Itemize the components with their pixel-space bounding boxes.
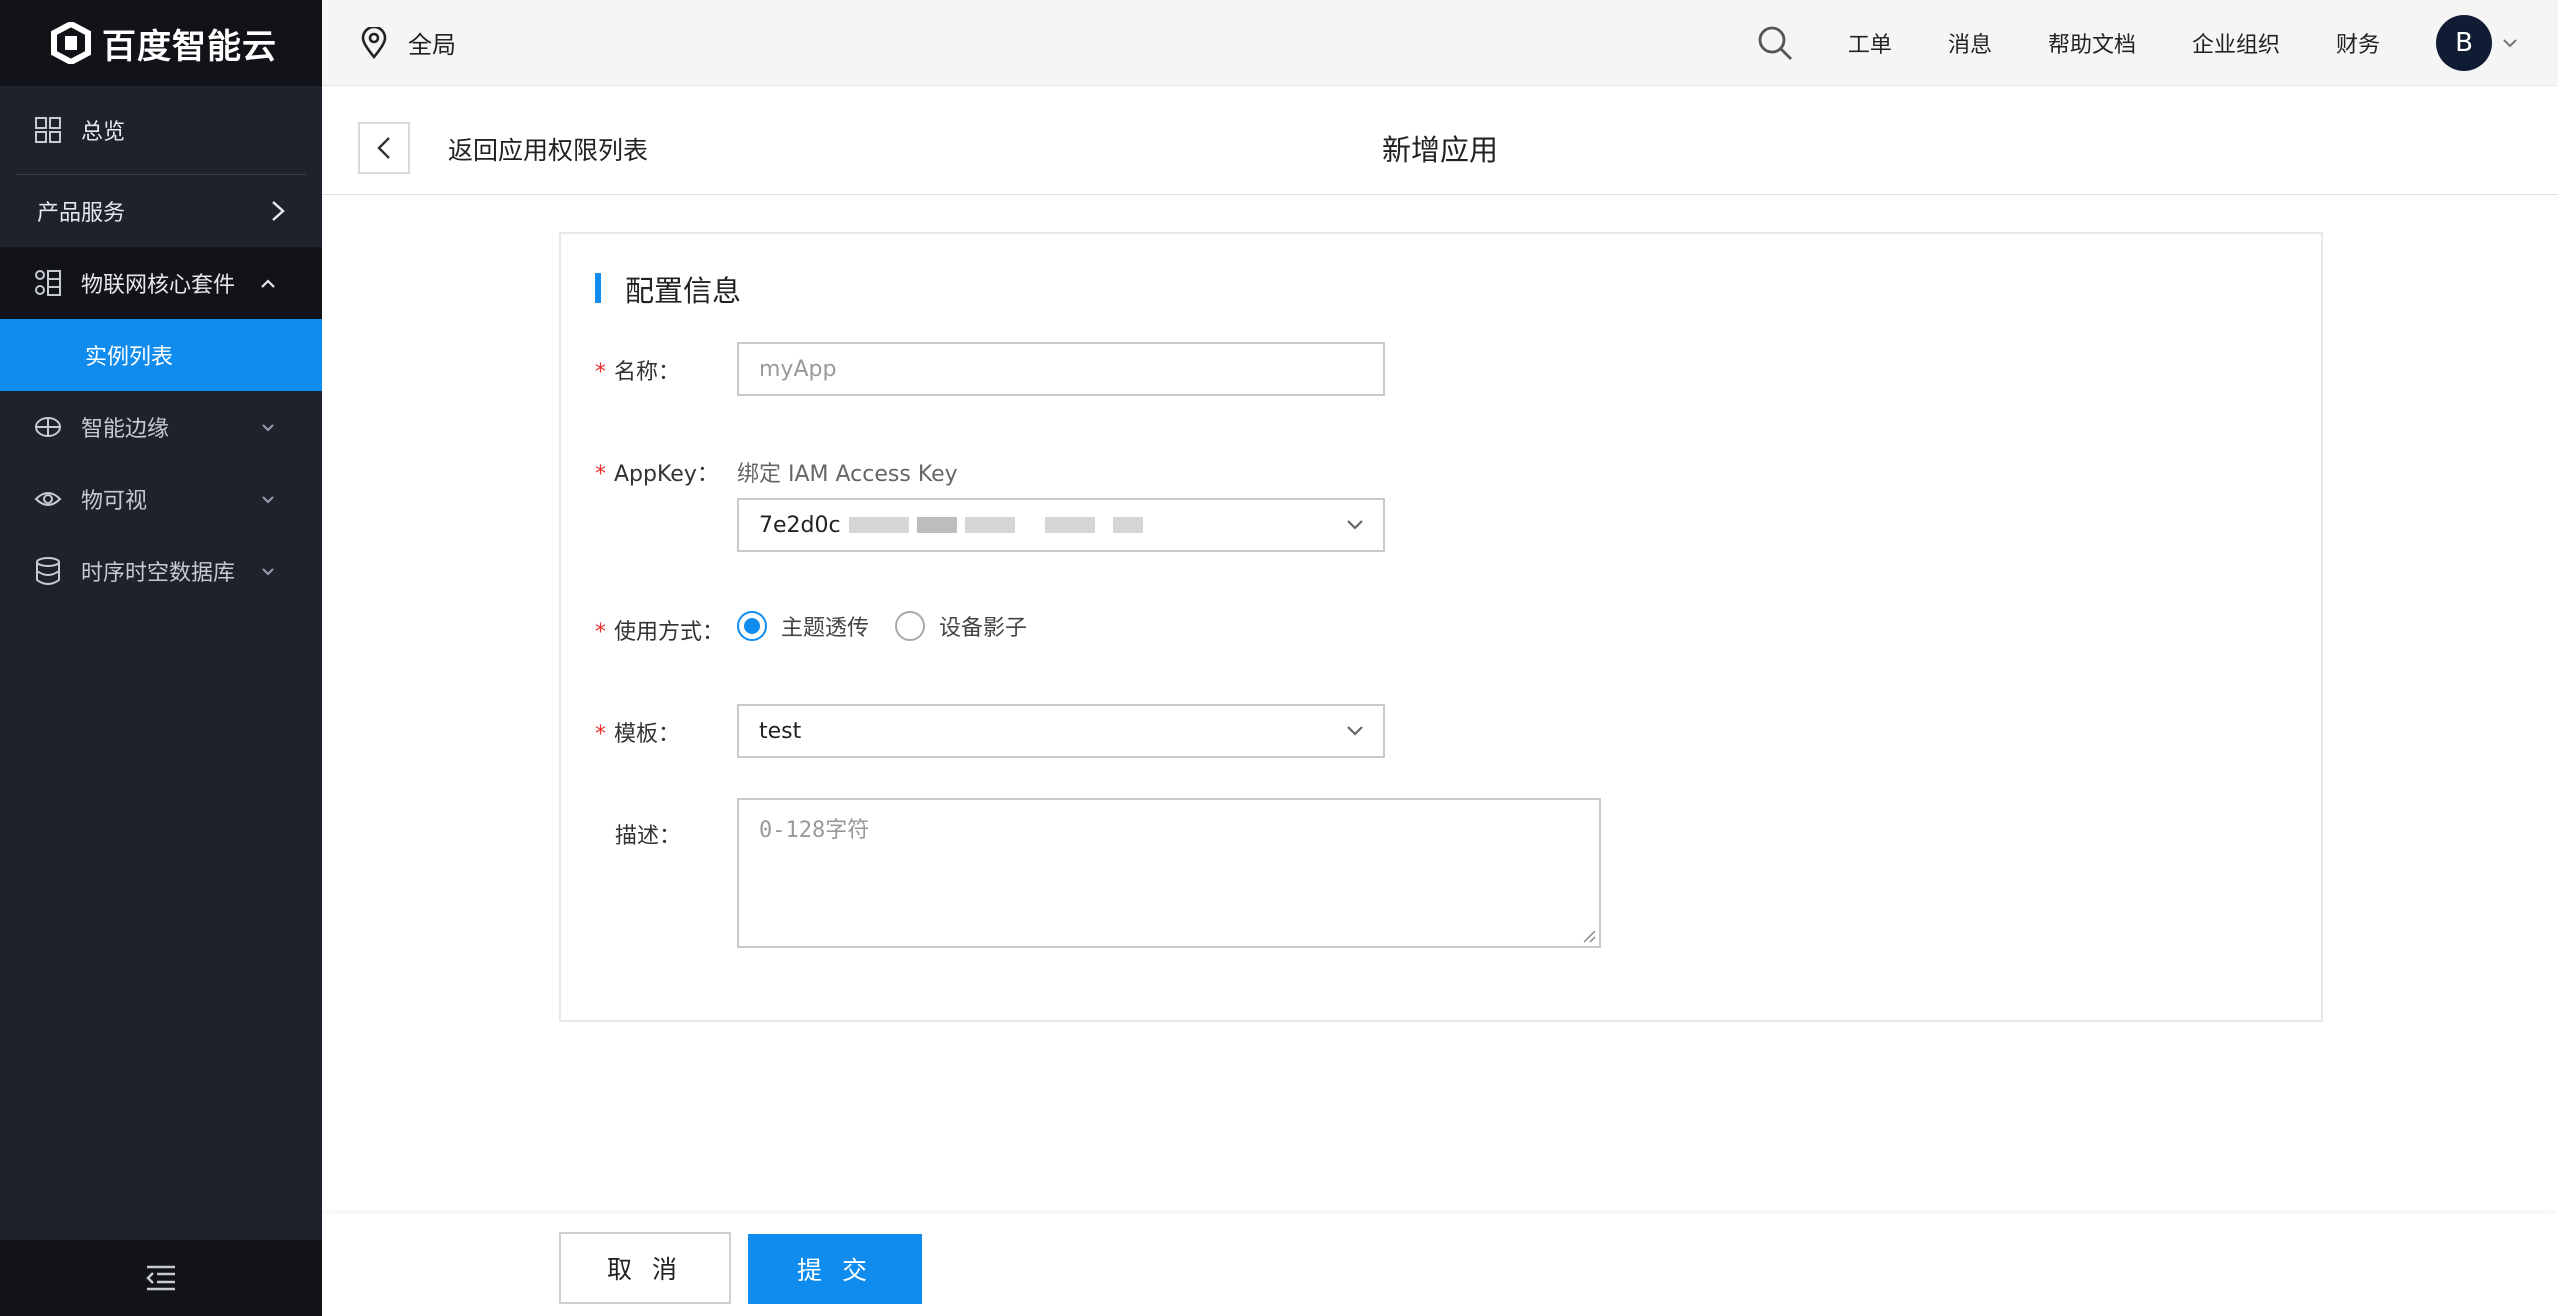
eye-icon bbox=[33, 484, 63, 514]
template-label-text: 模板： bbox=[614, 722, 681, 747]
avatar: B bbox=[2436, 14, 2492, 71]
location-pin-icon bbox=[361, 26, 387, 59]
name-label: * 名称： bbox=[595, 354, 680, 386]
sidebar-item-visual[interactable]: 物可视 bbox=[0, 463, 322, 535]
nav-link-messages[interactable]: 消息 bbox=[1948, 27, 1992, 59]
mode-label: * 使用方式： bbox=[595, 614, 724, 646]
name-input[interactable]: myApp bbox=[737, 342, 1385, 396]
appkey-label: * AppKey： bbox=[595, 456, 719, 488]
name-input-value: myApp bbox=[759, 356, 837, 382]
collapse-menu-icon bbox=[146, 1265, 175, 1291]
sidebar-item-instance-list[interactable]: 实例列表 bbox=[0, 319, 322, 391]
required-marker: * bbox=[595, 722, 606, 747]
nav-link-organization[interactable]: 企业组织 bbox=[2192, 27, 2280, 59]
grid-icon bbox=[33, 115, 63, 145]
edge-icon bbox=[33, 412, 63, 442]
appkey-select-value: 7e2d0c bbox=[759, 512, 841, 538]
redacted-mask bbox=[1112, 517, 1143, 533]
radio-device-shadow[interactable]: 设备影子 bbox=[895, 610, 1027, 642]
redacted-mask bbox=[848, 517, 909, 533]
radio-topic-passthrough[interactable]: 主题透传 bbox=[737, 610, 869, 642]
appkey-label-text: AppKey： bbox=[614, 462, 719, 487]
redacted-mask bbox=[964, 517, 1015, 533]
sidebar-item-label: 实例列表 bbox=[85, 345, 174, 370]
config-card: 配置信息 * 名称： myApp * AppKey： 绑定 IAM Access K… bbox=[559, 232, 2323, 1022]
sidebar-item-iot-core[interactable]: 物联网核心套件 bbox=[0, 247, 322, 319]
sidebar-item-products[interactable]: 产品服务 bbox=[0, 175, 322, 247]
sidebar-item-label: 智能边缘 bbox=[81, 417, 170, 442]
nav-link-finance[interactable]: 财务 bbox=[2336, 27, 2380, 59]
appkey-hint: 绑定 IAM Access Key bbox=[737, 462, 958, 487]
template-label: * 模板： bbox=[595, 716, 680, 748]
sidebar-item-label: 总览 bbox=[81, 120, 126, 145]
header-actions: 工单 消息 帮助文档 企业组织 财务 B bbox=[1756, 0, 2558, 86]
sidebar-item-edge[interactable]: 智能边缘 bbox=[0, 391, 322, 463]
name-label-text: 名称： bbox=[614, 360, 681, 385]
logo[interactable]: 百度智能云 bbox=[0, 0, 322, 86]
chevron-down-icon bbox=[1347, 726, 1363, 736]
description-placeholder: 0-128字符 bbox=[759, 818, 870, 843]
template-select[interactable]: test bbox=[737, 704, 1385, 758]
page-titlebar: 返回应用权限列表 新增应用 bbox=[322, 87, 2558, 195]
nav-link-ticket[interactable]: 工单 bbox=[1848, 27, 1892, 59]
template-select-value: test bbox=[759, 718, 802, 744]
sidebar-item-label: 物可视 bbox=[81, 489, 148, 514]
mode-label-text: 使用方式： bbox=[614, 620, 725, 645]
description-textarea[interactable]: 0-128字符 bbox=[737, 798, 1601, 948]
radio-unselected-icon bbox=[895, 611, 925, 641]
radio-label: 主题透传 bbox=[781, 616, 870, 641]
chevron-up-icon bbox=[258, 273, 278, 293]
chevron-down-icon bbox=[258, 561, 278, 581]
logo-text: 百度智能云 bbox=[102, 26, 277, 67]
chevron-down-icon bbox=[258, 417, 278, 437]
required-marker: * bbox=[595, 360, 606, 385]
baidu-cloud-logo-icon bbox=[51, 22, 91, 64]
region-selector[interactable]: 全局 bbox=[360, 25, 456, 60]
description-label: 描述： bbox=[615, 824, 682, 849]
sidebar-item-overview[interactable]: 总览 bbox=[0, 86, 322, 174]
appkey-select[interactable]: 7e2d0c bbox=[737, 498, 1385, 552]
chevron-down-icon bbox=[1347, 520, 1363, 530]
sidebar-collapse-button[interactable] bbox=[0, 1240, 322, 1316]
user-menu[interactable]: B bbox=[2436, 14, 2520, 71]
sidebar-item-tsdb[interactable]: 时序时空数据库 bbox=[0, 535, 322, 607]
sidebar-item-label: 产品服务 bbox=[37, 201, 126, 226]
sidebar: 百度智能云 总览 产品服务 物联网核心套件 实例列表 智能边缘 物可视 时序时空… bbox=[0, 0, 322, 1316]
sidebar-item-label: 时序时空数据库 bbox=[81, 561, 236, 586]
database-icon bbox=[33, 556, 63, 586]
redacted-mask bbox=[1044, 517, 1095, 533]
required-marker: * bbox=[595, 620, 606, 645]
chevron-down-icon bbox=[2503, 38, 2517, 47]
section-title: 配置信息 bbox=[595, 268, 741, 310]
top-header: 全局 工单 消息 帮助文档 企业组织 财务 B bbox=[322, 0, 2558, 86]
resize-handle-icon[interactable] bbox=[1580, 927, 1596, 943]
radio-label: 设备影子 bbox=[939, 616, 1028, 641]
required-marker: * bbox=[595, 462, 606, 487]
chevron-down-icon bbox=[258, 489, 278, 509]
nav-link-help-docs[interactable]: 帮助文档 bbox=[2048, 27, 2136, 59]
form-footer: 取 消 提 交 bbox=[322, 1214, 2558, 1316]
iot-core-icon bbox=[33, 268, 63, 298]
cancel-button[interactable]: 取 消 bbox=[559, 1232, 731, 1304]
sidebar-item-label: 物联网核心套件 bbox=[81, 273, 236, 298]
search-icon[interactable] bbox=[1756, 24, 1794, 62]
chevron-right-icon bbox=[268, 201, 288, 221]
submit-button[interactable]: 提 交 bbox=[748, 1234, 922, 1304]
redacted-mask bbox=[916, 517, 957, 533]
page-title: 新增应用 bbox=[1381, 133, 1498, 167]
region-label: 全局 bbox=[408, 31, 456, 59]
radio-selected-icon bbox=[737, 611, 767, 641]
